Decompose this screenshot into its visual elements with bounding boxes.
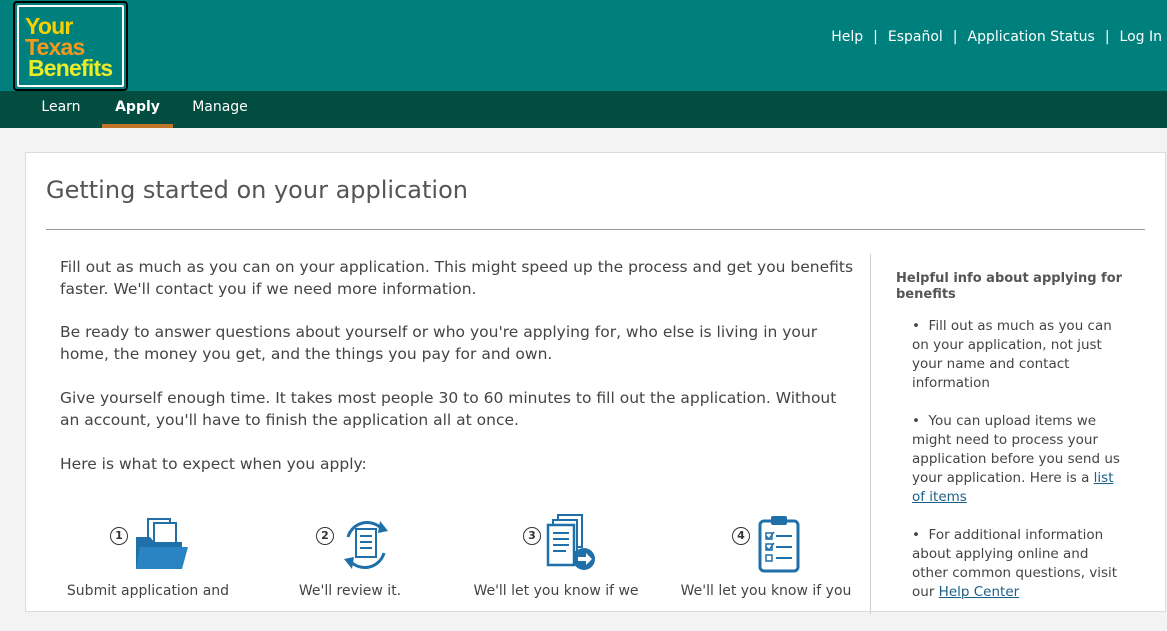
espanol-link[interactable]: Español (888, 29, 943, 45)
step-number-1: 1 (110, 527, 128, 545)
title-divider (46, 229, 1145, 230)
tab-learn[interactable]: Learn (32, 91, 90, 128)
sidebar-item-text: You can upload items we might need to pr… (912, 413, 1120, 486)
sidebar-item: • For additional information about apply… (912, 526, 1127, 602)
bullet: • (912, 318, 929, 334)
intro-paragraph-4: Here is what to expect when you apply: (60, 455, 367, 473)
review-cycle-icon (344, 521, 388, 569)
sidebar-title: Helpful info about applying for benefits (896, 271, 1123, 302)
bullet: • (912, 527, 929, 543)
page-title: Getting started on your application (46, 176, 468, 204)
help-center-link[interactable]: Help Center (939, 584, 1020, 600)
sidebar-divider (870, 254, 871, 614)
help-link[interactable]: Help (831, 29, 863, 45)
process-steps: 1 Submit application and 2 We'll review … (26, 511, 866, 631)
tab-manage[interactable]: Manage (186, 91, 254, 128)
utility-links: Help | Español | Application Status | Lo… (831, 29, 1162, 45)
your-texas-benefits-logo[interactable]: Your Texas Benefits (13, 1, 128, 91)
link-separator: | (952, 29, 958, 45)
site-header: Your Texas Benefits Help | Español | App… (0, 0, 1167, 91)
step-number-2: 2 (316, 527, 334, 545)
sidebar-item: • You can upload items we might need to … (912, 412, 1127, 507)
log-in-link[interactable]: Log In (1120, 29, 1162, 45)
application-status-link[interactable]: Application Status (968, 29, 1095, 45)
folder-documents-icon (136, 518, 188, 569)
sidebar-item: • Fill out as much as you can on your ap… (912, 317, 1127, 393)
documents-forward-icon (546, 514, 595, 570)
step-number-4: 4 (732, 527, 750, 545)
tab-apply[interactable]: Apply (102, 91, 173, 128)
main-nav: Learn Apply Manage (0, 91, 1167, 128)
intro-paragraph-3: Give yourself enough time. It takes most… (60, 389, 837, 429)
bullet: • (912, 413, 929, 429)
step-number-3: 3 (523, 527, 541, 545)
step-label-3: We'll let you know if we (473, 583, 639, 599)
intro-paragraph-2: Be ready to answer questions about yours… (60, 323, 818, 363)
content-card: Getting started on your application Fill… (25, 152, 1166, 614)
intro-paragraph-1: Fill out as much as you can on your appl… (60, 258, 854, 298)
logo-text-benefits: Benefits (28, 55, 113, 81)
step-label-4: We'll let you know if you (680, 583, 852, 599)
sidebar-item-text: Fill out as much as you can on your appl… (912, 318, 1112, 391)
link-separator: | (1104, 29, 1110, 45)
clipboard-checklist-icon (758, 516, 800, 573)
link-separator: | (873, 29, 878, 45)
step-label-2: We'll review it. (298, 583, 402, 599)
step-label-1: Submit application and (66, 583, 230, 599)
